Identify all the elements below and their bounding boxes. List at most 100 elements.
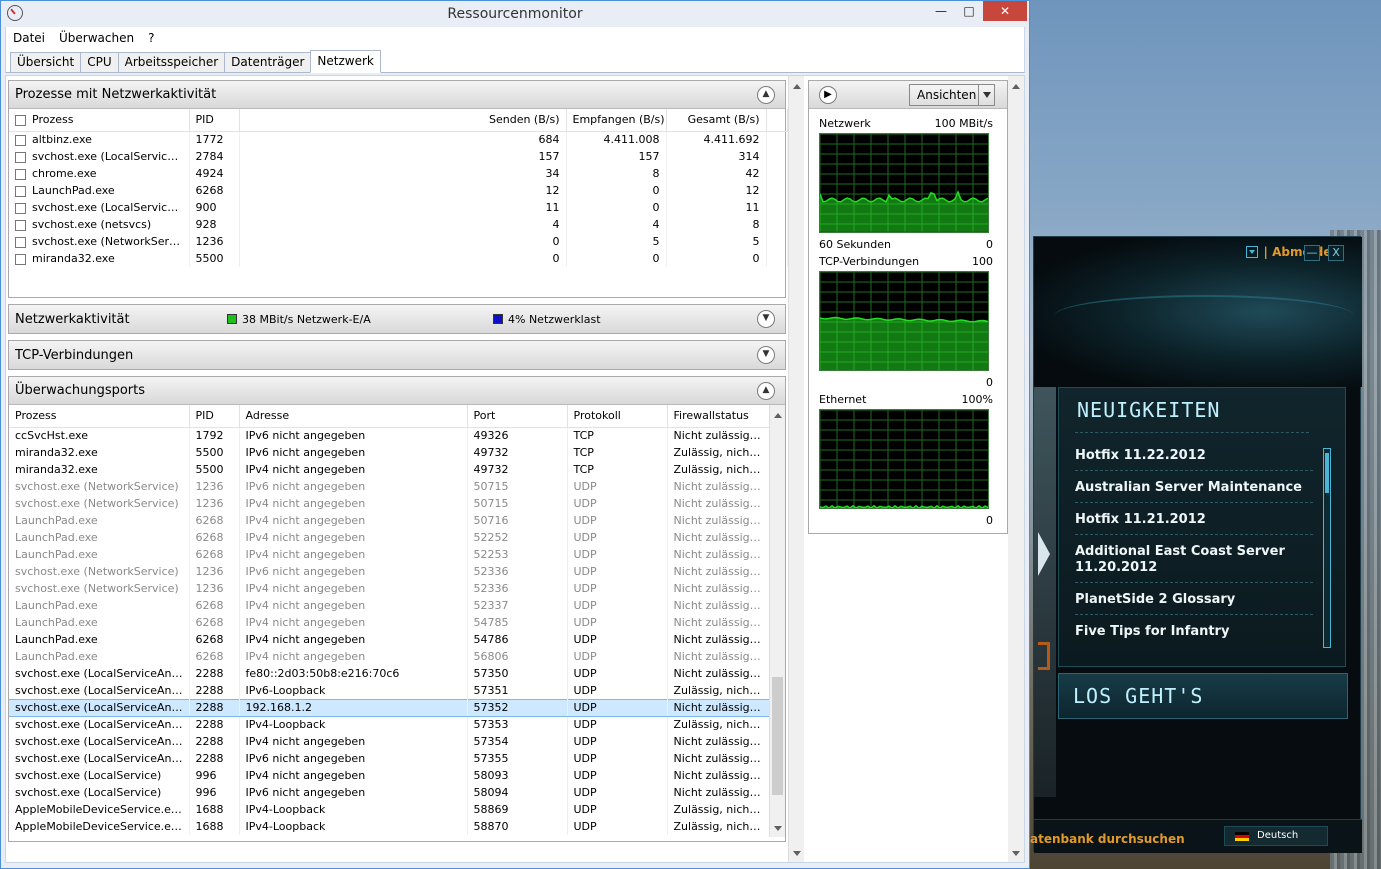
tab-netzwerk[interactable]: Netzwerk (310, 50, 381, 73)
tcp-header[interactable]: TCP-Verbindungen ▼ (9, 341, 785, 369)
table-row[interactable]: LaunchPad.exe 6268 IPv4 nicht angegeben 522… (9, 529, 770, 546)
expand-icon[interactable]: ▼ (757, 346, 775, 364)
language-selector[interactable]: Deutsch (1224, 826, 1328, 846)
minimize-button[interactable]: — (927, 1, 955, 21)
menu-datei[interactable]: Datei (6, 31, 52, 45)
scroll-up-icon[interactable] (793, 84, 801, 89)
row-checkbox[interactable] (15, 202, 26, 214)
activity-header[interactable]: Netzwerkaktivität 38 MBit/s Netzwerk-E/A… (9, 305, 785, 333)
row-checkbox[interactable] (15, 253, 26, 265)
processes-header[interactable]: Prozesse mit Netzwerkaktivität ▲ (9, 81, 785, 109)
title-bar[interactable]: Ressourcenmonitor — □ ✕ (1, 1, 1029, 27)
tab-cpu[interactable]: CPU (80, 52, 119, 72)
news-item[interactable]: Australian Server Maintenance (1075, 480, 1313, 503)
menu-help[interactable]: ? (141, 31, 161, 45)
scroll-down-icon[interactable] (1012, 851, 1020, 856)
collapse-icon[interactable]: ▲ (757, 86, 775, 104)
table-row[interactable]: AppleMobileDeviceService.exe 1688 IPv4-Loo… (9, 818, 770, 835)
table-row[interactable]: svchost.exe (LocalServiceAndNo... 2288 IPv… (9, 750, 770, 767)
table-row[interactable]: chrome.exe 4924 34 8 42 (9, 165, 788, 182)
scroll-down-icon[interactable] (774, 826, 782, 831)
scroll-up-icon[interactable] (1012, 84, 1020, 89)
account-area[interactable]: | Abmelden (1245, 245, 1340, 259)
table-row[interactable]: miranda32.exe 5500 IPv4 nicht angegeben 497… (9, 461, 770, 478)
table-row[interactable]: svchost.exe (NetworkService) 1236 IPv4 nic… (9, 495, 770, 512)
row-checkbox[interactable] (15, 168, 26, 180)
table-row[interactable]: AppleMobileDeviceService.exe 1688 IPv4-Loo… (9, 801, 770, 818)
col-empfangen[interactable]: Empfangen (B/s) (566, 109, 667, 132)
table-row[interactable]: LaunchPad.exe 6268 IPv4 nicht angegeben 523… (9, 597, 770, 614)
table-row[interactable]: LaunchPad.exe 6268 IPv4 nicht angegeben 547… (9, 614, 770, 631)
col-port[interactable]: Port (467, 405, 568, 428)
col-pid[interactable]: PID (189, 405, 240, 428)
news-scrollbar[interactable] (1323, 448, 1331, 648)
col-prozess[interactable]: Prozess (9, 109, 190, 132)
views-dropdown[interactable]: Ansichten (909, 84, 995, 106)
table-row[interactable]: svchost.exe (NetworkService) 1236 IPv6 nic… (9, 478, 770, 495)
ports-scrollbar[interactable] (769, 405, 785, 837)
table-row[interactable]: svchost.exe (LocalService) 996 IPv4 nicht … (9, 767, 770, 784)
table-row[interactable]: LaunchPad.exe 6268 12 0 12 (9, 182, 788, 199)
table-row[interactable]: svchost.exe (LocalServiceAndNo... 2288 fe8… (9, 665, 770, 682)
launcher-minimize-button[interactable]: — (1304, 245, 1320, 261)
table-row[interactable]: LaunchPad.exe 6268 IPv4 nicht angegeben 547… (9, 631, 770, 648)
chevron-down-icon[interactable] (978, 85, 994, 105)
news-item[interactable]: Hotfix 11.22.2012 (1075, 448, 1313, 471)
tab-uebersicht[interactable]: Übersicht (10, 52, 82, 72)
search-database-link[interactable]: atenbank durchsuchen (1030, 832, 1185, 846)
col-prozess[interactable]: Prozess (9, 405, 190, 428)
news-item[interactable]: Additional East Coast Server 11.20.2012 (1075, 544, 1313, 583)
table-row[interactable]: LaunchPad.exe 6268 IPv4 nicht angegeben 507… (9, 512, 770, 529)
table-row[interactable]: svchost.exe (LocalServiceAndNo... 2288 IPv… (9, 733, 770, 750)
carousel-arrow[interactable] (1034, 387, 1056, 797)
col-pid[interactable]: PID (189, 109, 240, 132)
ports-header[interactable]: Überwachungsports ▲ (9, 377, 785, 405)
table-row[interactable]: svchost.exe (NetworkService) 1236 IPv6 nic… (9, 563, 770, 580)
row-checkbox[interactable] (15, 151, 26, 163)
close-button[interactable]: ✕ (983, 1, 1027, 21)
col-senden[interactable]: Senden (B/s) (239, 109, 567, 132)
table-row[interactable]: svchost.exe (LocalService) 996 IPv6 nicht … (9, 784, 770, 801)
table-row[interactable]: miranda32.exe 5500 0 0 0 (9, 250, 788, 267)
col-adresse[interactable]: Adresse (239, 405, 468, 428)
maximize-button[interactable]: □ (955, 1, 983, 21)
left-pane-scrollbar[interactable] (788, 76, 804, 862)
right-pane-scrollbar[interactable] (1008, 76, 1024, 862)
launcher-close-button[interactable]: X (1328, 245, 1344, 261)
table-row[interactable]: miranda32.exe 5500 IPv6 nicht angegeben 497… (9, 444, 770, 461)
scroll-thumb[interactable] (772, 677, 783, 795)
table-row[interactable]: ccSvcHst.exe 1792 IPv6 nicht angegeben 4932… (9, 427, 770, 444)
table-row[interactable]: svchost.exe (LocalServicePee... 2784 157 15… (9, 148, 788, 165)
dropdown-icon[interactable] (1245, 246, 1258, 258)
table-row[interactable]: svchost.exe (LocalServiceAndNo... 2288 192… (9, 698, 770, 717)
menu-ueberwachen[interactable]: Überwachen (52, 31, 141, 45)
scroll-down-icon[interactable] (793, 851, 801, 856)
col-protokoll[interactable]: Protokoll (567, 405, 668, 428)
news-item[interactable]: Five Tips for Infantry (1075, 624, 1313, 646)
table-row[interactable]: svchost.exe (LocalServiceAndNo... 2288 IPv… (9, 682, 770, 699)
news-item[interactable]: Hotfix 11.21.2012 (1075, 512, 1313, 535)
chevron-right-icon[interactable]: ▶ (819, 86, 837, 104)
expand-icon[interactable]: ▼ (757, 310, 775, 328)
tab-arbeitsspeicher[interactable]: Arbeitsspeicher (117, 52, 226, 72)
play-button[interactable]: LOS GEHT'S (1058, 673, 1348, 719)
table-row[interactable]: svchost.exe (NetworkService) 1236 IPv4 nic… (9, 580, 770, 597)
row-checkbox[interactable] (15, 185, 26, 197)
table-row[interactable]: svchost.exe (LocalServiceNet... 900 11 0 11 (9, 199, 788, 216)
table-row[interactable]: LaunchPad.exe 6268 IPv4 nicht angegeben 568… (9, 648, 770, 665)
collapse-icon[interactable]: ▲ (757, 382, 775, 400)
news-item[interactable]: PlanetSide 2 Glossary (1075, 592, 1313, 615)
col-firewallstatus[interactable]: Firewallstatus (667, 405, 770, 428)
table-row[interactable]: altbinz.exe 1772 684 4.411.008 4.411.692 (9, 131, 788, 148)
select-all-checkbox[interactable] (15, 114, 26, 126)
col-gesamt[interactable]: Gesamt (B/s) (666, 109, 767, 132)
table-row[interactable]: svchost.exe (NetworkService) 1236 0 5 5 (9, 233, 788, 250)
table-row[interactable]: svchost.exe (netsvcs) 928 4 4 8 (9, 216, 788, 233)
row-checkbox[interactable] (15, 134, 26, 146)
row-checkbox[interactable] (15, 219, 26, 231)
tab-datentraeger[interactable]: Datenträger (224, 52, 312, 72)
scroll-up-icon[interactable] (774, 413, 782, 418)
table-row[interactable]: LaunchPad.exe 6268 IPv4 nicht angegeben 522… (9, 546, 770, 563)
table-row[interactable]: svchost.exe (LocalServiceAndNo... 2288 IPv… (9, 716, 770, 733)
row-checkbox[interactable] (15, 236, 26, 248)
